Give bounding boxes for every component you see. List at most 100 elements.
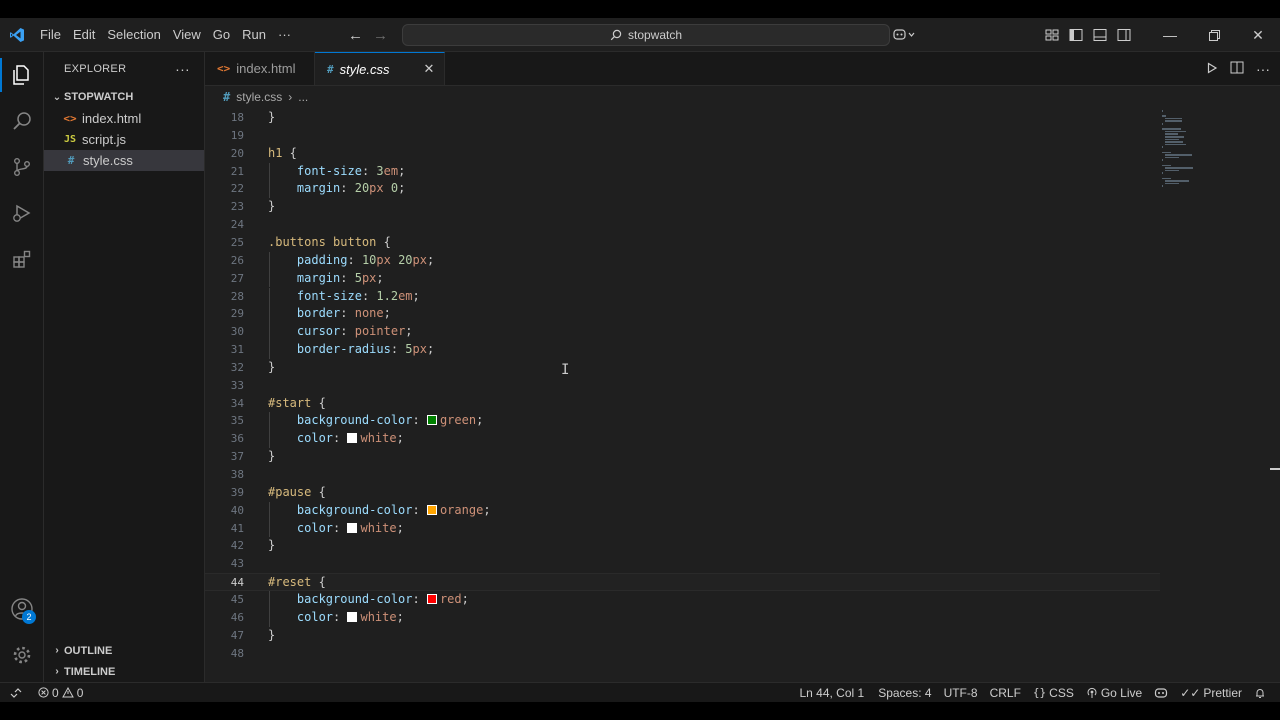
file-item-index-html[interactable]: <> index.html bbox=[44, 108, 204, 129]
code-line: 31 border-radius: 5px; bbox=[205, 341, 1160, 359]
line-number: 47 bbox=[230, 628, 244, 642]
back-arrow-icon[interactable]: ← bbox=[348, 27, 363, 44]
minimap[interactable] bbox=[1160, 108, 1280, 682]
code-text: border: none; bbox=[296, 306, 391, 321]
split-editor-icon[interactable] bbox=[1230, 61, 1244, 77]
navigation-arrows: ← → bbox=[348, 18, 388, 52]
chevron-right-icon: › bbox=[55, 645, 59, 656]
css-file-icon: # bbox=[67, 154, 75, 167]
code-line: 22 margin: 20px 0; bbox=[205, 180, 1160, 199]
remote-indicator-icon[interactable] bbox=[0, 683, 32, 702]
customize-layout-icon[interactable] bbox=[1040, 18, 1064, 52]
manage-gear-icon[interactable] bbox=[0, 632, 44, 678]
extensions-icon[interactable] bbox=[0, 236, 44, 282]
html-file-icon: <> bbox=[63, 112, 77, 125]
editor-tabs: <> index.html # style.css ✕ ··· bbox=[205, 52, 1280, 86]
search-icon[interactable] bbox=[0, 98, 44, 144]
menu-item-file[interactable]: File bbox=[34, 18, 67, 52]
indentation[interactable]: Spaces: 4 bbox=[872, 686, 937, 700]
indent-guide bbox=[269, 180, 270, 199]
editor-more-icon[interactable]: ··· bbox=[1256, 61, 1270, 77]
menu-item-view[interactable]: View bbox=[167, 18, 207, 52]
accounts-icon[interactable]: 2 bbox=[0, 586, 44, 632]
explorer-icon[interactable] bbox=[0, 52, 44, 98]
problems-indicator[interactable]: 0 0 bbox=[32, 686, 89, 700]
run-debug-icon[interactable] bbox=[0, 190, 44, 236]
code-line: 32} bbox=[205, 359, 1160, 377]
indent-guide bbox=[269, 590, 270, 609]
code-line: 23} bbox=[205, 198, 1160, 216]
menu-item-go[interactable]: Go bbox=[207, 18, 236, 52]
minimap-line bbox=[1165, 180, 1190, 182]
breadcrumb-rest[interactable]: ... bbox=[298, 90, 308, 104]
minimap-line bbox=[1165, 136, 1184, 138]
end-of-line[interactable]: CRLF bbox=[984, 686, 1027, 700]
explorer-header: EXPLORER ··· bbox=[44, 52, 204, 86]
minimize-button[interactable]: — bbox=[1148, 18, 1192, 52]
line-number: 45 bbox=[230, 592, 244, 606]
close-tab-icon[interactable]: ✕ bbox=[423, 61, 434, 77]
code-line: 40 background-color: orange; bbox=[205, 501, 1160, 520]
code-text: } bbox=[268, 449, 276, 464]
code-text: background-color: orange; bbox=[296, 502, 491, 517]
menu-item-edit[interactable]: Edit bbox=[67, 18, 101, 52]
vscode-logo-icon bbox=[0, 18, 34, 52]
run-file-icon[interactable] bbox=[1206, 61, 1218, 77]
language-mode[interactable]: {} CSS bbox=[1027, 686, 1080, 700]
minimap-line bbox=[1162, 164, 1171, 167]
minimap-line bbox=[1165, 138, 1180, 141]
line-number: 22 bbox=[230, 182, 244, 196]
encoding[interactable]: UTF-8 bbox=[938, 686, 984, 700]
menu-item-run[interactable]: Run bbox=[236, 18, 272, 52]
code-line: 38 bbox=[205, 466, 1160, 484]
timeline-section[interactable]: › TIMELINE bbox=[44, 661, 205, 682]
line-number: 31 bbox=[230, 343, 244, 357]
copilot-status-icon[interactable] bbox=[1148, 687, 1174, 699]
prettier-status[interactable]: ✓✓ Prettier bbox=[1174, 686, 1248, 700]
notifications-bell-icon[interactable] bbox=[1248, 687, 1272, 699]
toggle-primary-sidebar-icon[interactable] bbox=[1064, 18, 1088, 52]
minimap-line bbox=[1162, 110, 1164, 112]
command-center-search[interactable]: stopwatch bbox=[402, 24, 890, 46]
explorer-more-icon[interactable]: ··· bbox=[175, 61, 190, 77]
menu-item-selection[interactable]: Selection bbox=[101, 18, 166, 52]
file-item-script-js[interactable]: JS script.js bbox=[44, 129, 204, 150]
file-item-style-css[interactable]: # style.css bbox=[44, 150, 204, 171]
minimap-line bbox=[1162, 146, 1164, 148]
line-number: 20 bbox=[230, 146, 244, 160]
minimap-line bbox=[1165, 154, 1192, 156]
file-name: style.css bbox=[83, 153, 133, 168]
code-line: 46 color: white; bbox=[205, 608, 1160, 627]
tab-style-css[interactable]: # style.css ✕ bbox=[315, 52, 446, 85]
line-number: 46 bbox=[230, 610, 244, 624]
copilot-icon[interactable] bbox=[888, 18, 922, 52]
minimap-line bbox=[1165, 141, 1183, 143]
tab-label: index.html bbox=[236, 61, 296, 76]
code-editor[interactable]: I 18} 19 20 h1 {21 font-size: 3em; 22 margin… bbox=[205, 108, 1160, 682]
minimap-line bbox=[1165, 143, 1187, 146]
breadcrumb-file[interactable]: style.css bbox=[236, 90, 282, 104]
line-number: 40 bbox=[230, 503, 244, 517]
editor-actions: ··· bbox=[1206, 52, 1270, 86]
line-number: 19 bbox=[230, 128, 244, 142]
title-bar: File Edit Selection View Go Run ··· ← → stopwa… bbox=[0, 18, 1280, 52]
title-bar-controls: — ✕ bbox=[888, 18, 1280, 52]
restore-button[interactable] bbox=[1192, 18, 1236, 52]
toggle-secondary-sidebar-icon[interactable] bbox=[1112, 18, 1136, 52]
code-text: } bbox=[268, 538, 276, 553]
line-number: 42 bbox=[230, 539, 244, 553]
code-line: 20 h1 { bbox=[205, 145, 1160, 163]
source-control-icon[interactable] bbox=[0, 144, 44, 190]
tab-index-html[interactable]: <> index.html bbox=[205, 52, 315, 85]
toggle-panel-icon[interactable] bbox=[1088, 18, 1112, 52]
warning-icon bbox=[61, 687, 74, 698]
go-live-button[interactable]: Go Live bbox=[1080, 686, 1148, 700]
cursor-position[interactable]: Ln 44, Col 1 bbox=[793, 686, 870, 700]
menu-item-more[interactable]: ··· bbox=[272, 18, 297, 52]
outline-section[interactable]: › OUTLINE bbox=[44, 640, 205, 661]
line-number: 25 bbox=[230, 235, 244, 249]
folder-stopwatch[interactable]: ⌄ STOPWATCH bbox=[44, 86, 204, 108]
close-window-button[interactable]: ✕ bbox=[1236, 18, 1280, 52]
forward-arrow-icon[interactable]: → bbox=[373, 27, 388, 44]
outline-label: OUTLINE bbox=[64, 644, 113, 657]
